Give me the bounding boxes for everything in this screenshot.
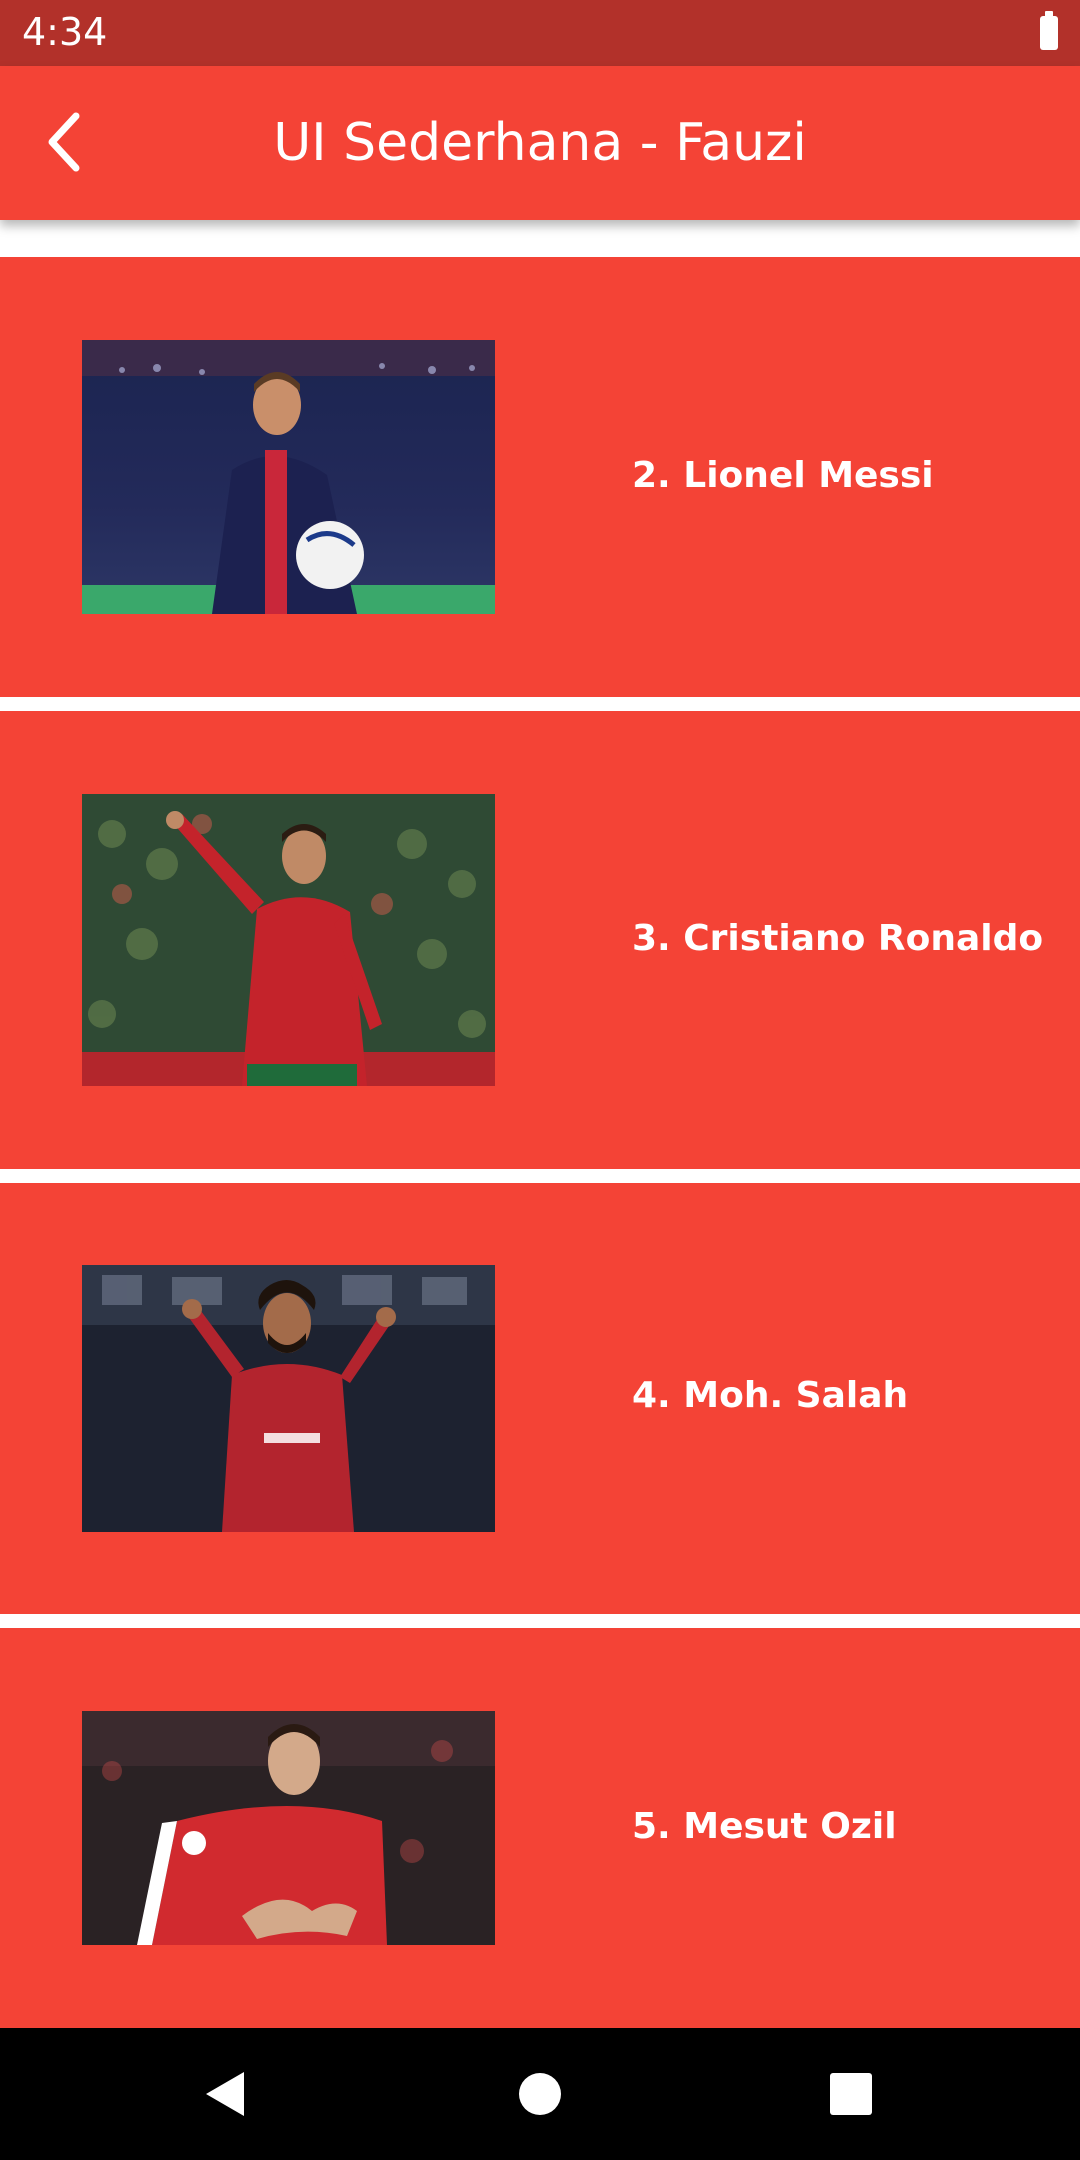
player-name: 3. Cristiano Ronaldo bbox=[632, 918, 1044, 959]
player-name: 4. Moh. Salah bbox=[632, 1375, 909, 1416]
system-navigation-bar bbox=[0, 2028, 1080, 2160]
player-photo-salah bbox=[82, 1265, 495, 1532]
player-list[interactable]: 2. Lionel Messi 3. Cristiano Ronaldo 4. … bbox=[0, 220, 1080, 2028]
square-recents-icon bbox=[830, 2073, 872, 2115]
player-card-messi[interactable]: 2. Lionel Messi bbox=[0, 257, 1080, 697]
nav-back-button[interactable] bbox=[190, 2058, 262, 2130]
nav-home-button[interactable] bbox=[504, 2058, 576, 2130]
player-photo-ozil bbox=[82, 1711, 495, 1945]
player-photo-messi bbox=[82, 340, 495, 614]
app-bar: UI Sederhana - Fauzi bbox=[0, 66, 1080, 220]
status-time: 4:34 bbox=[22, 10, 108, 54]
player-card-ronaldo[interactable]: 3. Cristiano Ronaldo bbox=[0, 711, 1080, 1169]
player-photo-ronaldo bbox=[82, 794, 495, 1086]
player-name: 5. Mesut Ozil bbox=[632, 1806, 897, 1847]
player-card-salah[interactable]: 4. Moh. Salah bbox=[0, 1183, 1080, 1614]
back-button[interactable] bbox=[30, 102, 110, 182]
circle-home-icon bbox=[519, 2073, 561, 2115]
page-title: UI Sederhana - Fauzi bbox=[273, 113, 807, 173]
triangle-back-icon bbox=[206, 2072, 244, 2116]
chevron-left-icon bbox=[48, 112, 80, 172]
player-name: 2. Lionel Messi bbox=[632, 455, 934, 496]
status-bar: 4:34 bbox=[0, 0, 1080, 66]
nav-recents-button[interactable] bbox=[815, 2058, 887, 2130]
battery-icon bbox=[1040, 11, 1058, 50]
player-card-ozil[interactable]: 5. Mesut Ozil bbox=[0, 1628, 1080, 2028]
